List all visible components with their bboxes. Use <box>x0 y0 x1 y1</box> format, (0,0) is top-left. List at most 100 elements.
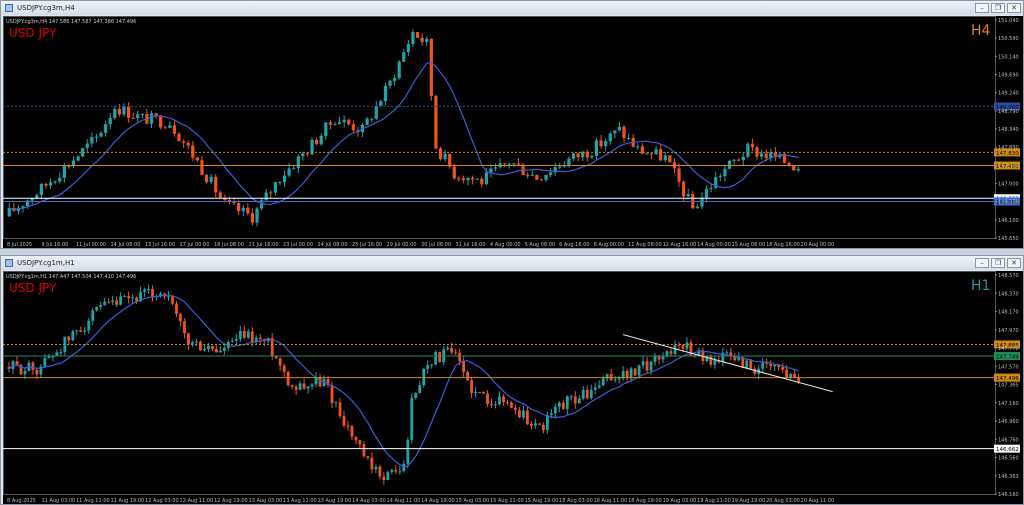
y-tick-label: 147.450 <box>998 163 1019 169</box>
candle-body <box>301 153 305 157</box>
candle-body <box>457 178 461 180</box>
candle-body <box>429 38 433 97</box>
candle-body <box>151 288 154 298</box>
x-tick-label: 8 Aug 2025 <box>7 498 36 504</box>
candle-body <box>163 127 167 129</box>
candle-body <box>665 351 669 356</box>
candle-body <box>67 336 71 341</box>
x-tick-label: 15 Aug 03:00 <box>456 498 490 504</box>
x-tick-label: 18 Jul 08:00 <box>214 242 244 248</box>
x-tick-label: 14 Aug 00:00 <box>697 242 731 248</box>
candle-body <box>514 407 517 411</box>
candle-body <box>785 369 789 379</box>
candle-body <box>241 207 245 212</box>
candle-body <box>232 201 236 204</box>
candle-body <box>422 368 426 386</box>
candle-body <box>593 387 597 390</box>
candle-body <box>99 305 103 308</box>
candle-body <box>143 289 146 292</box>
candle-body <box>470 380 473 394</box>
candle-body <box>576 153 580 158</box>
candle-body <box>446 347 450 350</box>
candle-body <box>617 126 622 131</box>
candle-body <box>95 307 99 311</box>
candle-body <box>539 179 544 181</box>
candle-body <box>704 188 709 198</box>
price-chart-h1[interactable]: 147.885147.749147.496146.662148.570148.3… <box>3 271 1023 504</box>
candle-body <box>191 145 195 158</box>
chart-window-h4[interactable]: USDJPY.cg3m,H4 – ❐ ✕ 149.000 147.830 147.4… <box>0 0 1024 249</box>
candle-body <box>663 155 667 161</box>
candles <box>7 29 800 227</box>
price-chart-h4[interactable]: 149.000147.830147.496146.662146.580151.0… <box>3 16 1023 248</box>
close-button[interactable]: ✕ <box>1007 3 1021 13</box>
candle-body <box>318 377 322 387</box>
candle-body <box>250 331 254 343</box>
x-tick-label: 18 Aug 03:00 <box>559 498 593 504</box>
candle-body <box>581 389 585 399</box>
minimize-button[interactable]: – <box>975 3 989 13</box>
candle-body <box>187 333 190 345</box>
candle-body <box>358 440 362 445</box>
candle-body <box>425 38 429 42</box>
candle-body <box>43 358 47 367</box>
candle-body <box>522 410 525 418</box>
candle-body <box>645 361 649 371</box>
candle-body <box>418 385 422 393</box>
candle-body <box>746 143 750 157</box>
y-tick-label: 146.100 <box>998 218 1019 224</box>
candle-body <box>59 351 63 353</box>
candle-body <box>613 379 617 381</box>
candle-body <box>379 101 383 106</box>
x-tick-label: 9 Jul 16:00 <box>42 242 69 248</box>
x-tick-label: 4 Aug 00:00 <box>490 242 521 248</box>
candle-body <box>131 297 135 299</box>
candle-body <box>438 148 443 160</box>
x-tick-label: 11 Aug 08:00 <box>628 242 662 248</box>
candle-body <box>462 361 466 373</box>
candle-body <box>67 165 71 167</box>
symbol-label: USD JPY <box>9 281 57 295</box>
candle-body <box>534 423 537 426</box>
candle-body <box>347 119 351 125</box>
maximize-button[interactable]: ❐ <box>991 3 1005 13</box>
candle-body <box>362 444 366 457</box>
candle-body <box>182 141 186 143</box>
candle-body <box>186 142 190 146</box>
candle-body <box>126 106 131 118</box>
candle-body <box>39 183 44 195</box>
x-tick-label: 31 Jul 16:00 <box>456 242 486 248</box>
candle-body <box>83 330 87 332</box>
chart-window-h1[interactable]: USDJPY.cg1m,H1 – ❐ ✕ 147.885 147.749 147.4… <box>0 255 1024 505</box>
minimize-button[interactable]: – <box>975 258 989 268</box>
candle-body <box>338 402 342 416</box>
candle-body <box>760 153 764 157</box>
candle-body <box>30 198 34 201</box>
maximize-button[interactable]: ❐ <box>991 258 1005 268</box>
candle-body <box>426 365 430 369</box>
candle-body <box>645 153 649 155</box>
candle-body <box>230 340 234 342</box>
candle-body <box>561 402 565 409</box>
candle-body <box>626 137 631 139</box>
candle-body <box>796 168 800 171</box>
y-tick-label: 146.550 <box>998 200 1019 206</box>
candle-body <box>91 310 95 321</box>
candle-body <box>486 393 489 404</box>
x-tick-label: 15 Aug 11:00 <box>490 498 524 504</box>
candle-body <box>727 160 732 169</box>
candle-body <box>695 206 699 209</box>
x-tick-label: 8 Jul 2025 <box>7 242 32 248</box>
candle-body <box>725 352 729 354</box>
candle-body <box>659 149 663 161</box>
candle-body <box>641 361 645 366</box>
window-titlebar[interactable]: USDJPY.cg3m,H4 – ❐ ✕ <box>1 1 1023 15</box>
candle-body <box>454 352 458 354</box>
candle-body <box>518 410 521 418</box>
candle-body <box>594 140 599 156</box>
candle-body <box>94 136 99 138</box>
close-button[interactable]: ✕ <box>1007 258 1021 268</box>
candle-body <box>622 126 626 139</box>
window-titlebar[interactable]: USDJPY.cg1m,H1 – ❐ ✕ <box>1 256 1023 270</box>
candle-body <box>565 396 569 409</box>
